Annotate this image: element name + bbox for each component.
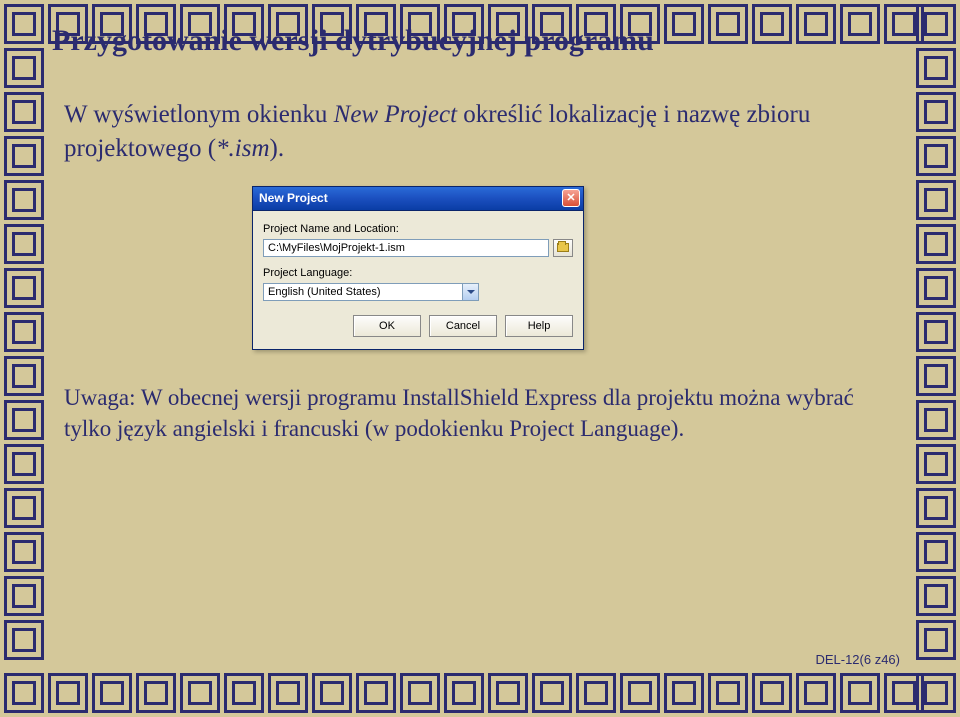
body-em-ext: *.ism xyxy=(216,135,269,162)
close-icon[interactable]: ✕ xyxy=(562,189,580,207)
project-path-input[interactable] xyxy=(263,239,549,257)
body-suffix: ). xyxy=(270,135,285,162)
body-prefix: W wyświetlonym okienku xyxy=(64,101,334,128)
body-em-newproject: New Project xyxy=(334,101,457,128)
new-project-dialog: New Project ✕ Project Name and Location:… xyxy=(252,186,584,350)
language-selected-value: English (United States) xyxy=(264,286,462,298)
language-combobox[interactable]: English (United States) xyxy=(263,283,479,301)
dialog-titlebar[interactable]: New Project ✕ xyxy=(253,187,583,211)
folder-icon xyxy=(557,243,569,252)
body-paragraph: W wyświetlonym okienku New Project okreś… xyxy=(64,98,896,166)
label-project-location: Project Name and Location: xyxy=(263,223,573,235)
note-suffix: ). xyxy=(671,416,684,441)
page-title: Przygotowanie wersji dytrybucyjnej progr… xyxy=(52,24,908,58)
note-paragraph: Uwaga: W obecnej wersji programu Install… xyxy=(64,382,896,444)
dialog-title: New Project xyxy=(259,191,562,205)
note-em: Project Language xyxy=(509,416,671,441)
note-prefix: Uwaga: W obecnej wersji programu Install… xyxy=(64,385,854,441)
dialog-body: Project Name and Location: Project Langu… xyxy=(253,211,583,349)
slide-footer: DEL-12(6 z46) xyxy=(815,652,900,667)
label-project-language: Project Language: xyxy=(263,267,573,279)
ok-button[interactable]: OK xyxy=(353,315,421,337)
dialog-button-row: OK Cancel Help xyxy=(263,311,573,339)
cancel-button[interactable]: Cancel xyxy=(429,315,497,337)
slide-content: Przygotowanie wersji dytrybucyjnej progr… xyxy=(52,20,908,665)
chevron-down-icon xyxy=(462,284,478,300)
help-button[interactable]: Help xyxy=(505,315,573,337)
browse-button[interactable] xyxy=(553,239,573,257)
